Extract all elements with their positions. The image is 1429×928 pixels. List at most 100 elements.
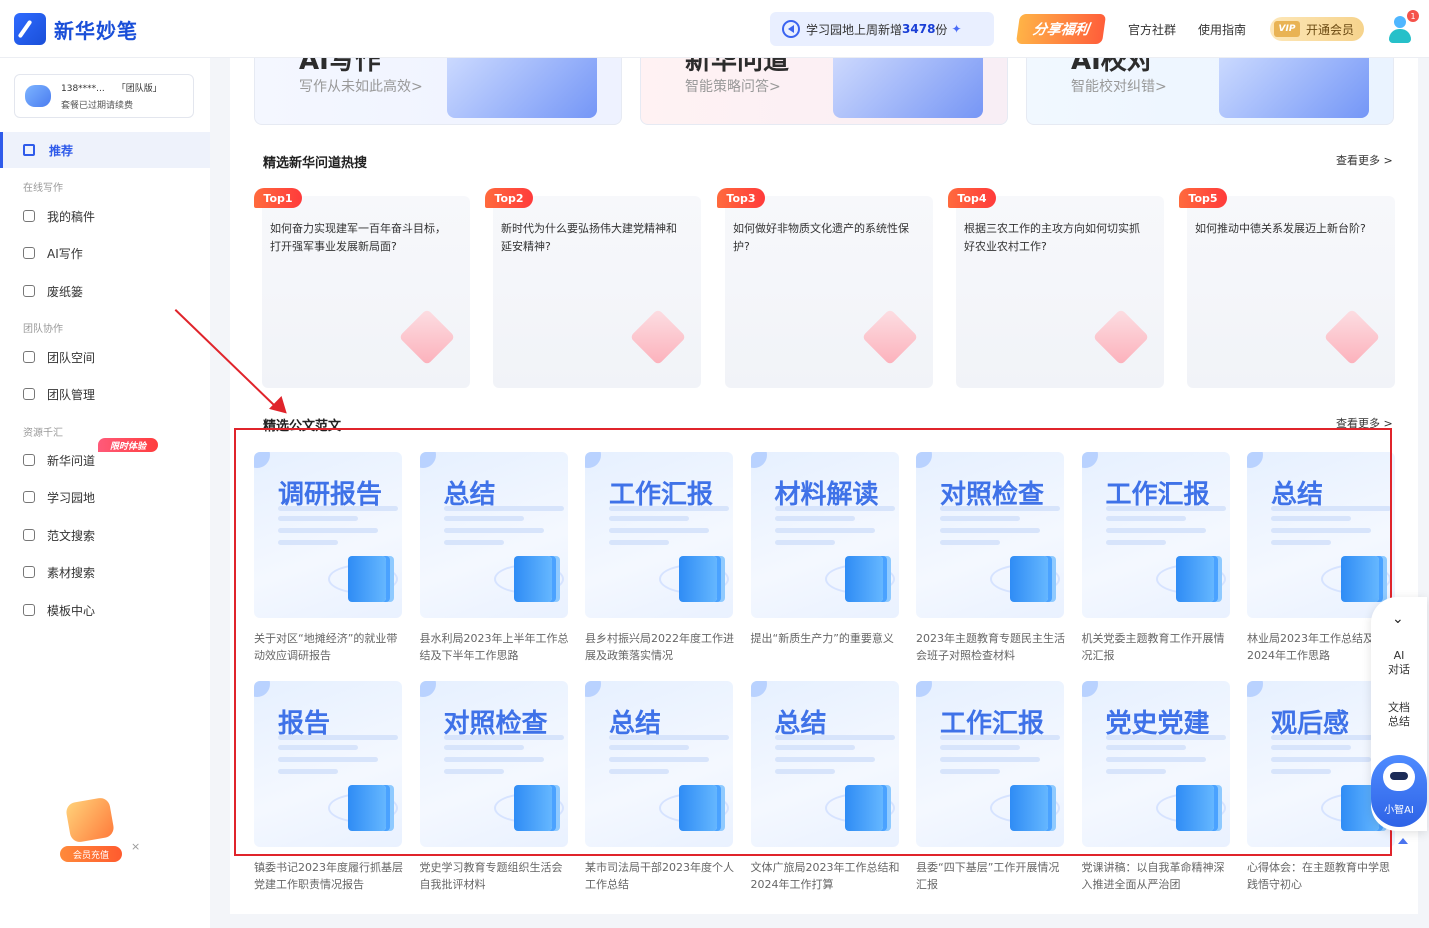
- rank-badge: Top1: [254, 188, 302, 208]
- building-illustration-icon: [1323, 308, 1381, 366]
- sidebar-item-sample-search[interactable]: 范文搜索: [0, 521, 210, 549]
- shield-screen-illustration-icon: [1219, 58, 1369, 118]
- hot-question-text: 新时代为什么要弘扬伟大建党精神和延安精神?: [501, 222, 677, 253]
- sidebar-item-label: AI写作: [47, 246, 83, 261]
- feature-desc: 智能策略问答>: [685, 79, 781, 95]
- nav-group-online-writing: 在线写作: [23, 183, 63, 194]
- doc-search-icon: [23, 529, 35, 541]
- notification-badge: 1: [1407, 10, 1419, 22]
- hot-question-text: 如何奋力实现建军一百年奋斗目标，打开强军事业发展新局面?: [270, 222, 446, 253]
- sidebar-item-label: 废纸篓: [47, 284, 84, 299]
- account-edition: 「团队版」: [116, 84, 162, 94]
- hot-question-text: 如何推动中德关系发展迈上新台阶?: [1195, 222, 1366, 235]
- top-bar: 新华妙笔 学习园地上周新增 3478 份 ✦ 分享福利 官方社群 使用指南 VI…: [0, 0, 1429, 58]
- doc-title: 某市司法局干部2023年度个人工作总结: [585, 861, 734, 891]
- vip-label: 开通会员: [1306, 22, 1355, 37]
- hot-question-text: 根据三农工作的主攻方向如何切实抓好农业农村工作?: [964, 222, 1140, 253]
- user-guide-link[interactable]: 使用指南: [1198, 21, 1246, 38]
- feature-desc: 智能校对纠错>: [1071, 79, 1167, 95]
- cube-icon: [23, 351, 35, 363]
- trash-icon: [23, 285, 35, 297]
- feature-title: 新华问道: [685, 58, 790, 76]
- pen-logo-icon: [14, 13, 46, 45]
- hot-question-card[interactable]: Top2 新时代为什么要弘扬伟大建党精神和延安精神?: [485, 188, 701, 388]
- sidebar-item-material-search[interactable]: 素材搜索: [0, 558, 210, 586]
- collapse-chevron-icon[interactable]: ⌄: [1392, 611, 1404, 627]
- nav-group-team: 团队协作: [23, 324, 63, 335]
- hot-question-card[interactable]: Top3 如何做好非物质文化遗产的系统性保护?: [717, 188, 933, 388]
- feature-desc: 写作从未如此高效>: [299, 79, 423, 95]
- account-status: 套餐已过期请续费: [61, 101, 134, 111]
- open-membership-button[interactable]: VIP 开通会员: [1270, 17, 1364, 41]
- sidebar-item-label: 推荐: [49, 143, 74, 158]
- sidebar-item-team-space[interactable]: 团队空间: [0, 343, 210, 371]
- rank-badge: Top3: [717, 188, 765, 208]
- nav-group-resources: 资源千汇: [23, 428, 63, 439]
- hot-question-card[interactable]: Top5 如何推动中德关系发展迈上新台阶?: [1179, 188, 1395, 388]
- sidebar-item-my-drafts[interactable]: 我的稿件: [0, 202, 210, 230]
- feature-title: AI校对: [1071, 58, 1153, 76]
- doc-summary-button[interactable]: 文档 总结: [1371, 701, 1427, 729]
- account-phone: 138****...: [61, 84, 105, 94]
- file-search-icon: [23, 566, 35, 578]
- sidebar-item-label: 新华问道: [47, 453, 96, 468]
- ai-chat-label-2: 对话: [1388, 663, 1410, 676]
- hot-question-card[interactable]: Top4 根据三农工作的主攻方向如何切实抓好农业农村工作?: [948, 188, 1164, 388]
- gift-gem-icon: [64, 796, 116, 844]
- app-logo[interactable]: 新华妙笔: [14, 13, 138, 45]
- sidebar-item-study-garden[interactable]: 学习园地: [0, 483, 210, 511]
- users-icon: [23, 388, 35, 400]
- sidebar-item-team-manage[interactable]: 团队管理: [0, 380, 210, 408]
- feature-title: AI写作: [299, 58, 381, 76]
- sidebar-item-label: 团队管理: [47, 387, 96, 402]
- doc-title: 党课讲稿：以自我革命精神深入推进全面从严治团: [1081, 861, 1225, 891]
- account-card[interactable]: 138****... 「团队版」 套餐已过期请续费: [14, 74, 194, 118]
- sidebar-item-label: 模板中心: [47, 603, 96, 618]
- copy-icon: [23, 144, 35, 156]
- doc-title: 镇委书记2023年度履行抓基层党建工作职责情况报告: [254, 861, 403, 891]
- user-avatar[interactable]: 1: [1386, 10, 1419, 44]
- sidebar-item-trash[interactable]: 废纸篓: [0, 277, 210, 305]
- doc-title: 党史学习教育专题组织生活会自我批评材料: [419, 861, 563, 891]
- limited-time-badge: 限时体验: [98, 438, 158, 452]
- sparkle-icon: ✦: [951, 22, 962, 36]
- share-welfare-button[interactable]: 分享福利: [1015, 14, 1107, 44]
- hot-question-text: 如何做好非物质文化遗产的系统性保护?: [733, 222, 909, 253]
- sidebar: 138****... 「团队版」 套餐已过期请续费 推荐 在线写作 我的稿件 AI…: [0, 58, 210, 928]
- feature-card-ai-writing[interactable]: AI写作 写作从未如此高效>: [254, 58, 622, 125]
- hot-section-more-link[interactable]: 查看更多 >: [1336, 152, 1393, 168]
- doc-summary-label-2: 总结: [1388, 715, 1410, 728]
- template-grid-icon: [23, 604, 35, 616]
- sidebar-item-template-center[interactable]: 模板中心: [0, 596, 210, 624]
- sidebar-item-label: 学习园地: [47, 490, 96, 505]
- sidebar-item-label: 团队空间: [47, 350, 96, 365]
- sidebar-item-label: 素材搜索: [47, 565, 96, 580]
- avatar-head: [1394, 16, 1406, 28]
- feature-card-wendao[interactable]: 新华问道 智能策略问答>: [640, 58, 1008, 125]
- notice-banner[interactable]: 学习园地上周新增 3478 份 ✦: [770, 12, 994, 46]
- sidebar-item-label: 范文搜索: [47, 528, 96, 543]
- sidebar-item-label: 我的稿件: [47, 209, 96, 224]
- doc-title: 文体广旅局2023年工作总结和2024年工作打算: [750, 861, 900, 891]
- feature-card-proofread[interactable]: AI校对 智能校对纠错>: [1026, 58, 1394, 125]
- official-community-link[interactable]: 官方社群: [1128, 21, 1176, 38]
- ai-chat-label-1: AI: [1393, 649, 1405, 662]
- sidebar-item-xinhua-wendao[interactable]: 新华问道 限时体验: [0, 438, 210, 474]
- sidebar-item-recommend[interactable]: 推荐: [0, 132, 210, 168]
- document-icon: [23, 210, 35, 222]
- rank-badge: Top4: [948, 188, 996, 208]
- scroll-up-icon[interactable]: [1398, 838, 1408, 844]
- xiaozhi-ai-button[interactable]: 小智AI: [1371, 755, 1427, 827]
- doc-title: 县委“四下基层”工作开展情况汇报: [916, 861, 1060, 891]
- xiaozhi-ai-label: 小智AI: [1384, 805, 1414, 816]
- cloud-upgrade-icon: [25, 85, 51, 107]
- ai-chat-button[interactable]: AI 对话: [1371, 649, 1427, 677]
- hot-question-card[interactable]: Top1 如何奋力实现建军一百年奋斗目标，打开强军事业发展新局面?: [254, 188, 470, 388]
- member-recharge-promo[interactable]: 会员充值: [56, 796, 126, 864]
- promo-close-icon[interactable]: ×: [131, 840, 140, 853]
- annotation-highlight-box: [234, 428, 1392, 856]
- member-recharge-label: 会员充值: [60, 846, 122, 862]
- search-board-illustration-icon: [833, 58, 983, 118]
- vip-icon: VIP: [1274, 21, 1300, 37]
- sidebar-item-ai-writing[interactable]: AI写作: [0, 239, 210, 267]
